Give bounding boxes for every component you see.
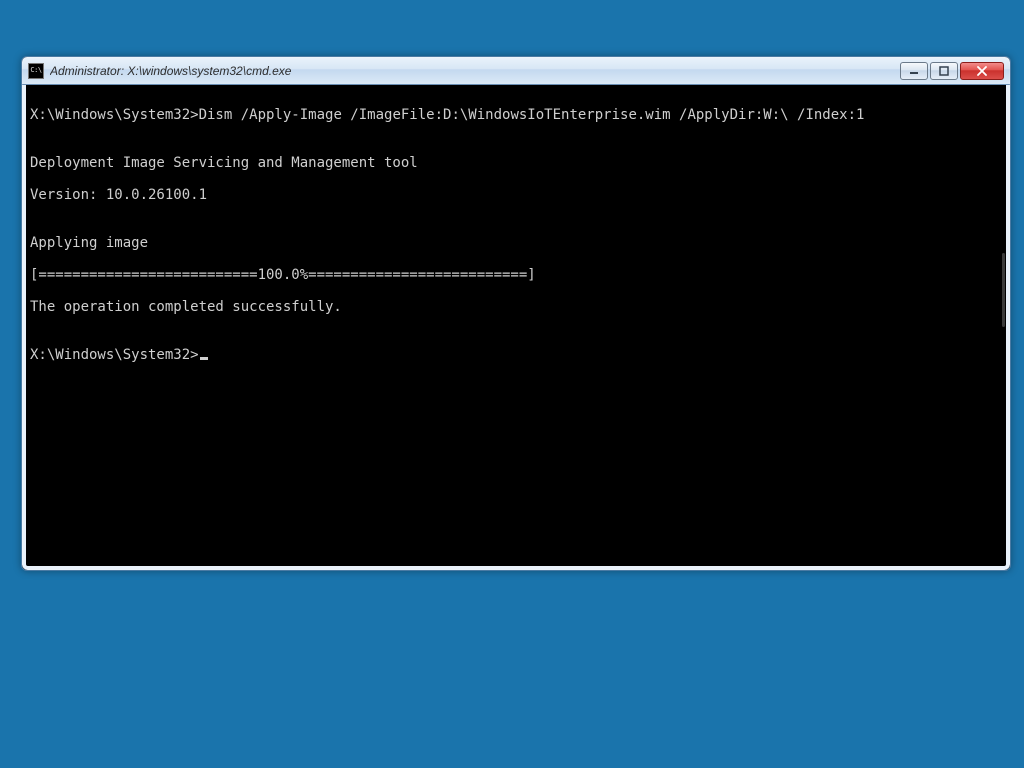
minimize-icon [909, 66, 919, 76]
close-icon [976, 66, 988, 76]
maximize-icon [939, 66, 949, 76]
window-controls [900, 62, 1004, 80]
window-title: Administrator: X:\windows\system32\cmd.e… [50, 64, 291, 78]
titlebar[interactable]: C:\ Administrator: X:\windows\system32\c… [22, 57, 1010, 85]
cmd-icon: C:\ [28, 63, 44, 79]
console-line: Applying image [30, 235, 1002, 251]
prompt-text: X:\Windows\System32> [30, 107, 199, 123]
console-line: X:\Windows\System32> [30, 331, 1002, 363]
console-output[interactable]: X:\Windows\System32>Dism /Apply-Image /I… [22, 85, 1010, 570]
minimize-button[interactable] [900, 62, 928, 80]
console-line: Deployment Image Servicing and Managemen… [30, 155, 1002, 171]
console-line: [==========================100.0%=======… [30, 267, 1002, 283]
console-line: X:\Windows\System32>Dism /Apply-Image /I… [30, 107, 1002, 123]
cmd-window: C:\ Administrator: X:\windows\system32\c… [21, 56, 1011, 571]
console-line: The operation completed successfully. [30, 299, 1002, 315]
close-button[interactable] [960, 62, 1004, 80]
maximize-button[interactable] [930, 62, 958, 80]
console-line: Version: 10.0.26100.1 [30, 187, 1002, 203]
command-text: Dism /Apply-Image /ImageFile:D:\WindowsI… [199, 107, 865, 123]
scrollbar-thumb[interactable] [1002, 253, 1005, 327]
prompt-text: X:\Windows\System32> [30, 347, 199, 363]
cursor [200, 357, 208, 360]
cmd-icon-label: C:\ [30, 67, 41, 74]
